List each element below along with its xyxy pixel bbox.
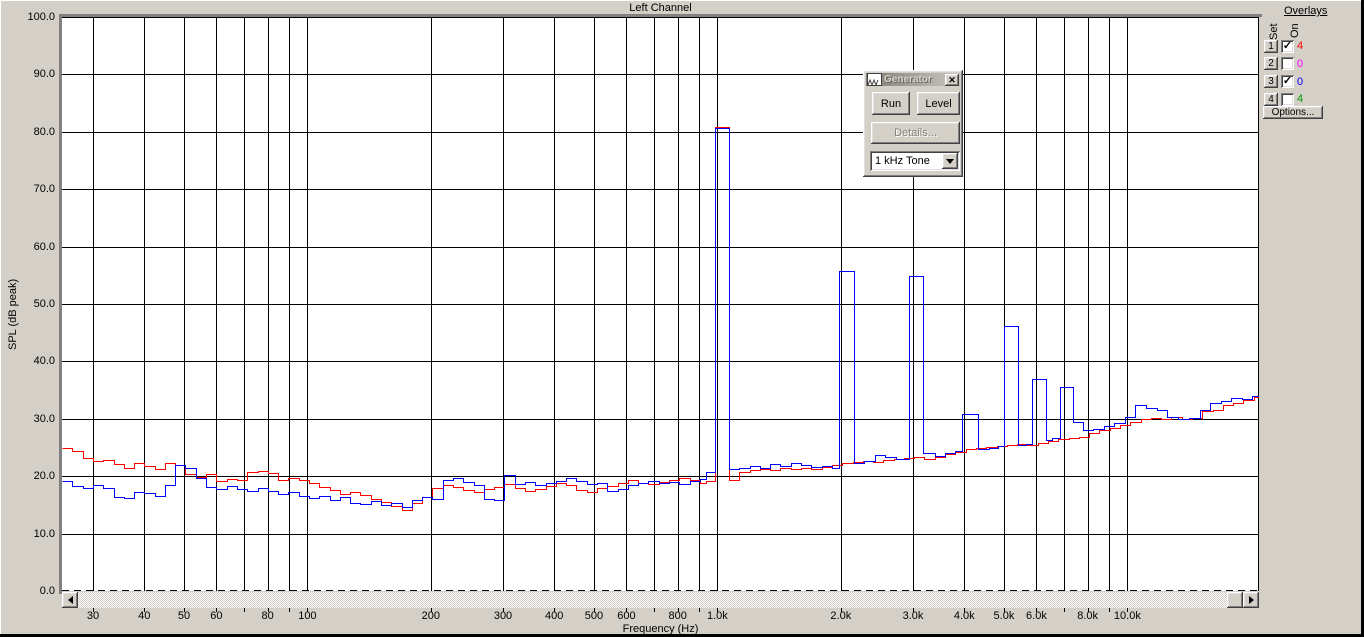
overlay-trace-red bbox=[62, 127, 1259, 511]
x-tick-label: 1.0k bbox=[706, 610, 728, 622]
overlay-on-checkbox-4[interactable] bbox=[1281, 92, 1294, 106]
x-tick-label: 4.0k bbox=[953, 610, 975, 622]
y-tick-label: 30.0 bbox=[33, 412, 55, 425]
overlays-col-on: On bbox=[1289, 23, 1301, 38]
overlay-row-2: 20 bbox=[1264, 57, 1309, 71]
signal-select-value: 1 kHz Tone bbox=[875, 155, 930, 167]
x-tick-label: 400 bbox=[545, 610, 564, 622]
level-button[interactable]: Level bbox=[917, 92, 960, 115]
overlay-row-3: 3 ✓ 0 bbox=[1264, 75, 1309, 89]
x-tick-label: 80 bbox=[261, 610, 274, 622]
app-window: Left Channel SPL (dB peak) 100.0 90.0 80.0… bbox=[0, 0, 1364, 637]
overlay-row-4: 44 bbox=[1264, 92, 1309, 106]
x-tick-label: 6.0k bbox=[1026, 610, 1047, 622]
generator-titlebar[interactable]: Generator ✕ bbox=[866, 73, 960, 87]
checkmark-icon: ✓ bbox=[1282, 39, 1293, 52]
y-tick-label: 50.0 bbox=[33, 298, 55, 310]
generator-dialog: Generator ✕ Run Level Details... 1 kHz T… bbox=[863, 70, 963, 177]
x-tick-label: 3.0k bbox=[902, 610, 924, 622]
x-tick-label: 50 bbox=[177, 610, 191, 622]
x-tick-label: 500 bbox=[584, 610, 604, 622]
y-tick-label: 20.0 bbox=[33, 470, 55, 483]
options-button[interactable]: Options... bbox=[1263, 106, 1323, 119]
y-tick-label: 90.0 bbox=[33, 68, 55, 81]
overlay-on-checkbox-2[interactable] bbox=[1281, 57, 1294, 71]
right-arrow-icon bbox=[1248, 596, 1254, 604]
waveform-icon bbox=[867, 73, 882, 87]
overlays-panel-title: Overlays bbox=[1284, 5, 1328, 17]
run-button[interactable]: Run bbox=[872, 92, 910, 115]
horizontal-scrollbar[interactable] bbox=[62, 592, 1259, 608]
x-tick-label: 8.0k bbox=[1077, 610, 1099, 622]
live-trace-blue bbox=[62, 128, 1259, 508]
overlay-on-checkbox-1[interactable]: ✓ bbox=[1281, 39, 1294, 53]
y-tick-label: 10.0 bbox=[33, 527, 55, 540]
x-tick-label: 10.0k bbox=[1113, 610, 1141, 622]
y-tick-label: 100.0 bbox=[27, 11, 55, 23]
generator-title: Generator bbox=[884, 74, 932, 85]
dropdown-button[interactable] bbox=[942, 153, 958, 169]
scrollbar-right-arrow-button[interactable] bbox=[1243, 592, 1259, 608]
x-tick-label: 60 bbox=[210, 610, 223, 622]
x-tick-label: 40 bbox=[138, 610, 151, 622]
overlay-count-2: 0 bbox=[1297, 57, 1304, 70]
signal-select-dropdown[interactable]: 1 kHz Tone bbox=[870, 151, 960, 171]
y-tick-label: 60.0 bbox=[33, 240, 55, 253]
x-tick-label: 300 bbox=[493, 610, 513, 622]
overlay-set-button-1[interactable]: 1 bbox=[1264, 39, 1278, 53]
x-axis-label: Frequency (Hz) bbox=[622, 623, 699, 635]
checkmark-icon: ✓ bbox=[1282, 75, 1293, 88]
y-tick-label: 0.0 bbox=[39, 585, 55, 597]
overlays-col-set: Set bbox=[1268, 23, 1280, 40]
left-arrow-icon bbox=[67, 596, 73, 604]
overlay-set-button-3[interactable]: 3 bbox=[1264, 75, 1278, 89]
scrollbar-left-arrow-button[interactable] bbox=[62, 592, 78, 608]
close-icon[interactable]: ✕ bbox=[945, 73, 959, 86]
scrollbar-thumb[interactable] bbox=[1227, 592, 1243, 608]
x-tick-label: 100 bbox=[298, 610, 317, 622]
spectrum-plot-area bbox=[62, 17, 1259, 591]
overlay-count-4: 4 bbox=[1297, 93, 1304, 106]
spectrum-plot-svg bbox=[62, 17, 1259, 591]
x-tick-label: 30 bbox=[86, 610, 100, 622]
x-tick-label: 800 bbox=[668, 610, 687, 622]
overlay-set-button-2[interactable]: 2 bbox=[1264, 57, 1278, 71]
y-tick-label: 80.0 bbox=[33, 125, 55, 138]
y-tick-label: 40.0 bbox=[33, 355, 55, 368]
x-tick-label: 2.0k bbox=[830, 610, 852, 622]
overlay-row-1: 1 ✓ 4 bbox=[1264, 39, 1309, 53]
overlay-count-1: 4 bbox=[1297, 40, 1304, 52]
chevron-down-icon bbox=[946, 158, 954, 164]
x-tick-label: 200 bbox=[421, 610, 440, 622]
overlay-set-button-4[interactable]: 4 bbox=[1264, 92, 1278, 106]
y-axis-label: SPL (dB peak) bbox=[7, 278, 19, 350]
overlay-on-checkbox-3[interactable]: ✓ bbox=[1281, 75, 1294, 89]
x-tick-label: 600 bbox=[617, 610, 636, 622]
overlay-count-3: 0 bbox=[1297, 75, 1304, 88]
y-tick-label: 70.0 bbox=[33, 183, 55, 196]
details-button-disabled: Details... bbox=[871, 122, 960, 144]
x-tick-label: 5.0k bbox=[993, 610, 1015, 622]
